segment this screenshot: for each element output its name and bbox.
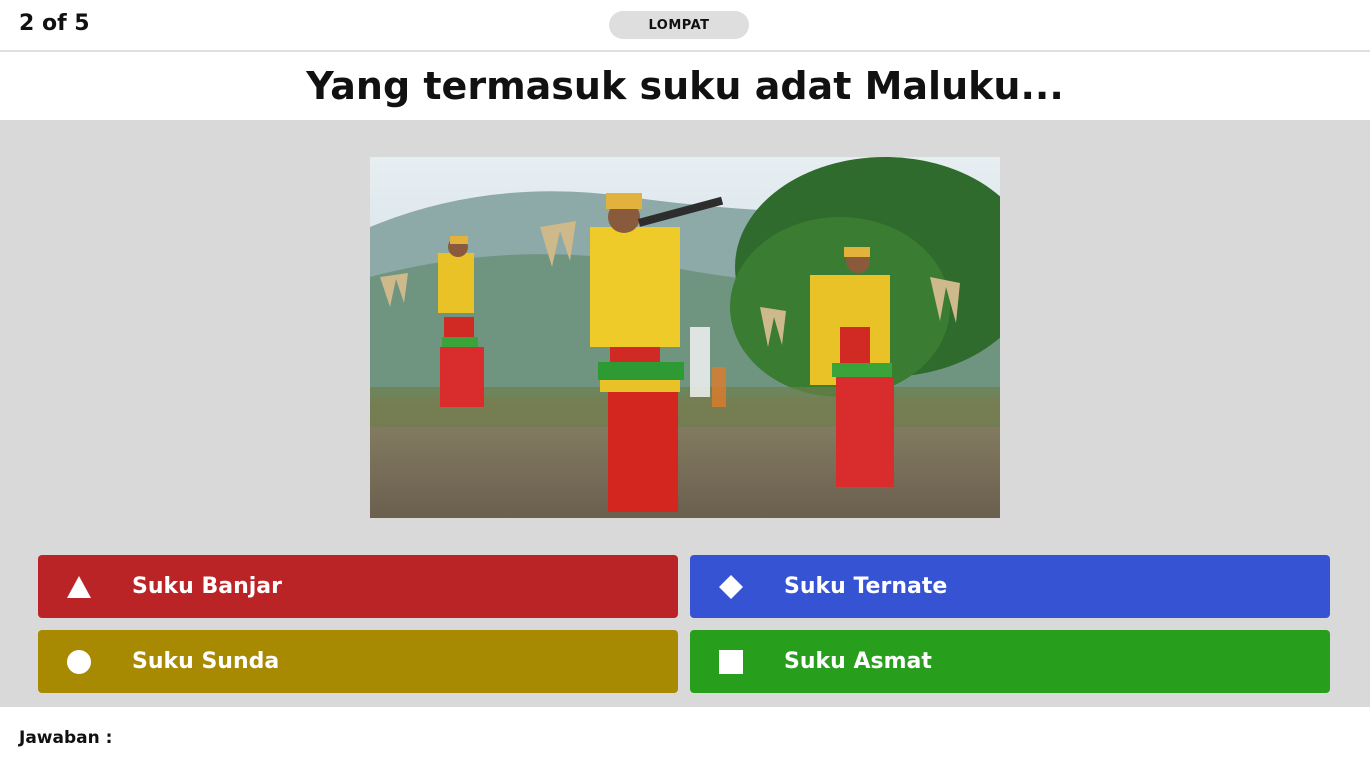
question-stage: Suku Banjar Suku Ternate Suku Sunda Suku… xyxy=(0,120,1370,707)
top-bar: 2 of 5 LOMPAT xyxy=(0,0,1370,52)
answer-label: Suku Asmat xyxy=(784,649,932,674)
answer-label: Suku Sunda xyxy=(132,649,280,674)
square-icon xyxy=(718,649,744,675)
skip-button[interactable]: LOMPAT xyxy=(609,11,749,39)
answer-option-4[interactable]: Suku Asmat xyxy=(690,630,1330,693)
answer-footer: Jawaban : xyxy=(0,707,1370,768)
answer-option-1[interactable]: Suku Banjar xyxy=(38,555,678,618)
answer-option-2[interactable]: Suku Ternate xyxy=(690,555,1330,618)
diamond-icon xyxy=(718,574,744,600)
answer-option-3[interactable]: Suku Sunda xyxy=(38,630,678,693)
answer-label: Suku Ternate xyxy=(784,574,948,599)
question-progress: 2 of 5 xyxy=(19,11,90,36)
question-image xyxy=(370,157,1000,518)
answer-label: Suku Banjar xyxy=(132,574,282,599)
circle-icon xyxy=(66,649,92,675)
triangle-icon xyxy=(66,574,92,600)
question-title: Yang termasuk suku adat Maluku... xyxy=(0,52,1370,120)
answer-status-label: Jawaban : xyxy=(19,728,113,748)
